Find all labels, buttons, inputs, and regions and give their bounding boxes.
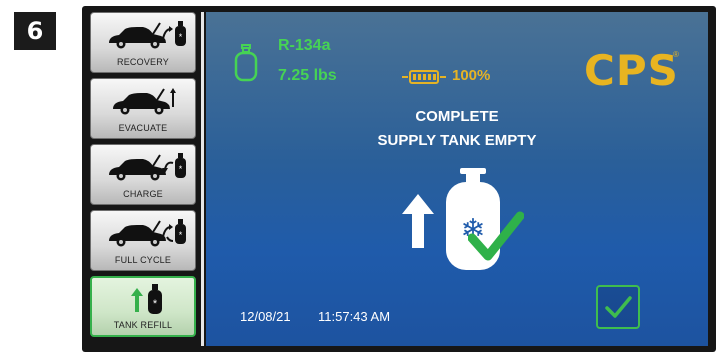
step-number-badge: 6 <box>14 12 56 50</box>
refrigerant-type: R-134a <box>278 37 331 54</box>
main-screen: R-134a 7.25 lbs 100% CPS ® COMPLETE SUPP… <box>206 12 708 346</box>
status-message: SUPPLY TANK EMPTY <box>377 132 537 149</box>
recovery-button[interactable]: * RECOVERY <box>90 12 196 73</box>
car-evacuate-icon <box>113 88 176 115</box>
sidebar-divider <box>201 12 204 346</box>
svg-text:*: * <box>179 164 183 174</box>
car-to-tank-icon: * <box>109 21 186 49</box>
date-display: 12/08/21 <box>240 309 291 324</box>
time-display: 11:57:43 AM <box>318 309 391 324</box>
svg-text:*: * <box>153 298 158 310</box>
check-icon <box>605 296 632 318</box>
recovery-label: RECOVERY <box>117 57 169 67</box>
status-title: COMPLETE <box>415 108 499 125</box>
evacuate-button[interactable]: EVACUATE <box>90 78 196 139</box>
car-full-cycle-icon: * <box>109 219 186 247</box>
brand-logo: CPS <box>584 46 679 95</box>
tank-refill-button[interactable]: * TANK REFILL <box>90 276 196 337</box>
full-cycle-button[interactable]: * FULL CYCLE <box>90 210 196 271</box>
refrigerant-tank-icon <box>234 44 258 82</box>
evacuate-label: EVACUATE <box>118 123 168 133</box>
complete-check-icon <box>468 211 524 261</box>
battery-icon <box>402 70 446 84</box>
charge-label: CHARGE <box>123 189 163 199</box>
confirm-button[interactable] <box>596 285 640 329</box>
brand-registered-mark: ® <box>673 50 679 59</box>
refrigerant-weight: 7.25 lbs <box>278 67 337 84</box>
charge-button[interactable]: * CHARGE <box>90 144 196 205</box>
battery-percent: 100% <box>452 67 491 84</box>
tank-refill-icon: * <box>131 284 162 314</box>
tank-refill-label: TANK REFILL <box>113 320 173 330</box>
svg-text:*: * <box>179 230 183 240</box>
up-arrow-icon <box>402 194 434 248</box>
mode-sidebar: * RECOVERY EVACUATE * CHARGE * FULL CYCL… <box>90 12 198 346</box>
full-cycle-label: FULL CYCLE <box>114 255 172 265</box>
svg-text:*: * <box>179 32 183 42</box>
tank-to-car-icon: * <box>109 153 186 181</box>
